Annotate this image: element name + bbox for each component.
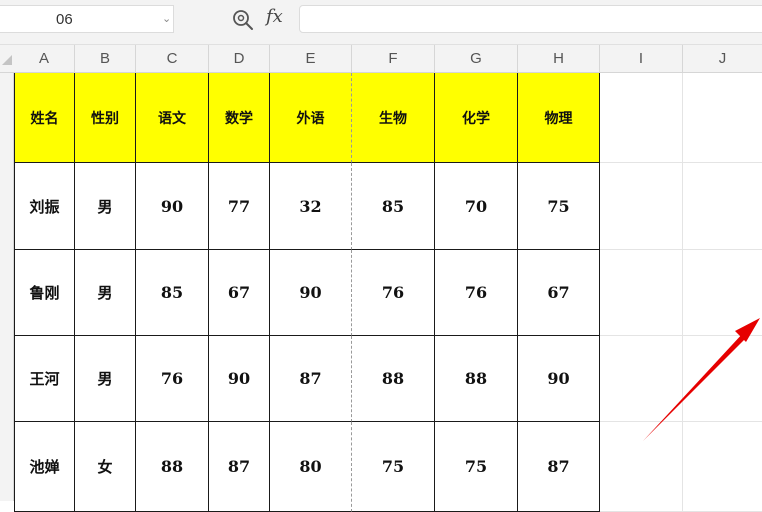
formula-bar: 06 ⌄ fx	[0, 0, 762, 44]
cell-name[interactable]: 刘振	[14, 163, 75, 250]
cell-biology[interactable]: 88	[352, 336, 435, 422]
cell-biology[interactable]: 76	[352, 250, 435, 336]
cell-foreign[interactable]: 90	[270, 250, 352, 336]
column-header-row: A B C D E F G H I J	[0, 44, 762, 73]
cell-chinese[interactable]: 90	[136, 163, 209, 250]
cell-name[interactable]: 王河	[14, 336, 75, 422]
empty-cell[interactable]	[600, 336, 683, 422]
name-box-value: 06	[56, 11, 73, 28]
cell-name[interactable]: 鲁刚	[14, 250, 75, 336]
header-cell-name[interactable]: 姓名	[14, 73, 75, 163]
cell-math[interactable]: 77	[209, 163, 270, 250]
column-header-b[interactable]: B	[75, 45, 136, 73]
column-header-g[interactable]: G	[435, 45, 518, 73]
cell-physics[interactable]: 87	[518, 422, 600, 512]
cell-chemistry[interactable]: 76	[435, 250, 518, 336]
cell-chemistry[interactable]: 75	[435, 422, 518, 512]
column-header-c[interactable]: C	[136, 45, 209, 73]
column-header-j[interactable]: J	[683, 45, 762, 73]
cell-foreign[interactable]: 32	[270, 163, 352, 250]
cell-gender[interactable]: 男	[75, 336, 136, 422]
cell-gender[interactable]: 男	[75, 163, 136, 250]
formula-input[interactable]	[299, 5, 762, 33]
name-box[interactable]: 06 ⌄	[0, 5, 174, 33]
header-cell-foreign[interactable]: 外语	[270, 73, 352, 163]
cell-name[interactable]: 池婵	[14, 422, 75, 512]
row-header-strip	[0, 73, 14, 501]
chevron-down-icon[interactable]: ⌄	[162, 12, 171, 25]
select-all-corner[interactable]	[0, 45, 14, 73]
cell-chinese[interactable]: 88	[136, 422, 209, 512]
cell-physics[interactable]: 67	[518, 250, 600, 336]
cell-chemistry[interactable]: 70	[435, 163, 518, 250]
empty-cell[interactable]	[600, 422, 683, 512]
column-header-f[interactable]: F	[352, 45, 435, 73]
header-cell-biology[interactable]: 生物	[352, 73, 435, 163]
empty-cell[interactable]	[683, 422, 762, 512]
header-cell-chemistry[interactable]: 化学	[435, 73, 518, 163]
header-cell-physics[interactable]: 物理	[518, 73, 600, 163]
cell-biology[interactable]: 85	[352, 163, 435, 250]
header-cell-chinese[interactable]: 语文	[136, 73, 209, 163]
cell-physics[interactable]: 90	[518, 336, 600, 422]
cell-chinese[interactable]: 85	[136, 250, 209, 336]
cell-gender[interactable]: 男	[75, 250, 136, 336]
cell-biology[interactable]: 75	[352, 422, 435, 512]
fx-icon[interactable]: fx	[266, 6, 283, 27]
empty-cell[interactable]	[683, 163, 762, 250]
cell-math[interactable]: 67	[209, 250, 270, 336]
zoom-icon[interactable]	[231, 8, 255, 32]
cell-physics[interactable]: 75	[518, 163, 600, 250]
column-header-d[interactable]: D	[209, 45, 270, 73]
empty-cell[interactable]	[683, 73, 762, 163]
empty-cell[interactable]	[683, 336, 762, 422]
header-cell-math[interactable]: 数学	[209, 73, 270, 163]
cell-foreign[interactable]: 80	[270, 422, 352, 512]
header-cell-gender[interactable]: 性别	[75, 73, 136, 163]
cell-foreign[interactable]: 87	[270, 336, 352, 422]
cell-chemistry[interactable]: 88	[435, 336, 518, 422]
empty-cell[interactable]	[683, 250, 762, 336]
column-header-h[interactable]: H	[518, 45, 600, 73]
column-header-a[interactable]: A	[14, 45, 75, 73]
column-header-e[interactable]: E	[270, 45, 352, 73]
empty-cell[interactable]	[600, 250, 683, 336]
cell-chinese[interactable]: 76	[136, 336, 209, 422]
cell-gender[interactable]: 女	[75, 422, 136, 512]
cell-math[interactable]: 87	[209, 422, 270, 512]
empty-cell[interactable]	[600, 73, 683, 163]
empty-cell[interactable]	[600, 163, 683, 250]
cell-math[interactable]: 90	[209, 336, 270, 422]
column-header-i[interactable]: I	[600, 45, 683, 73]
